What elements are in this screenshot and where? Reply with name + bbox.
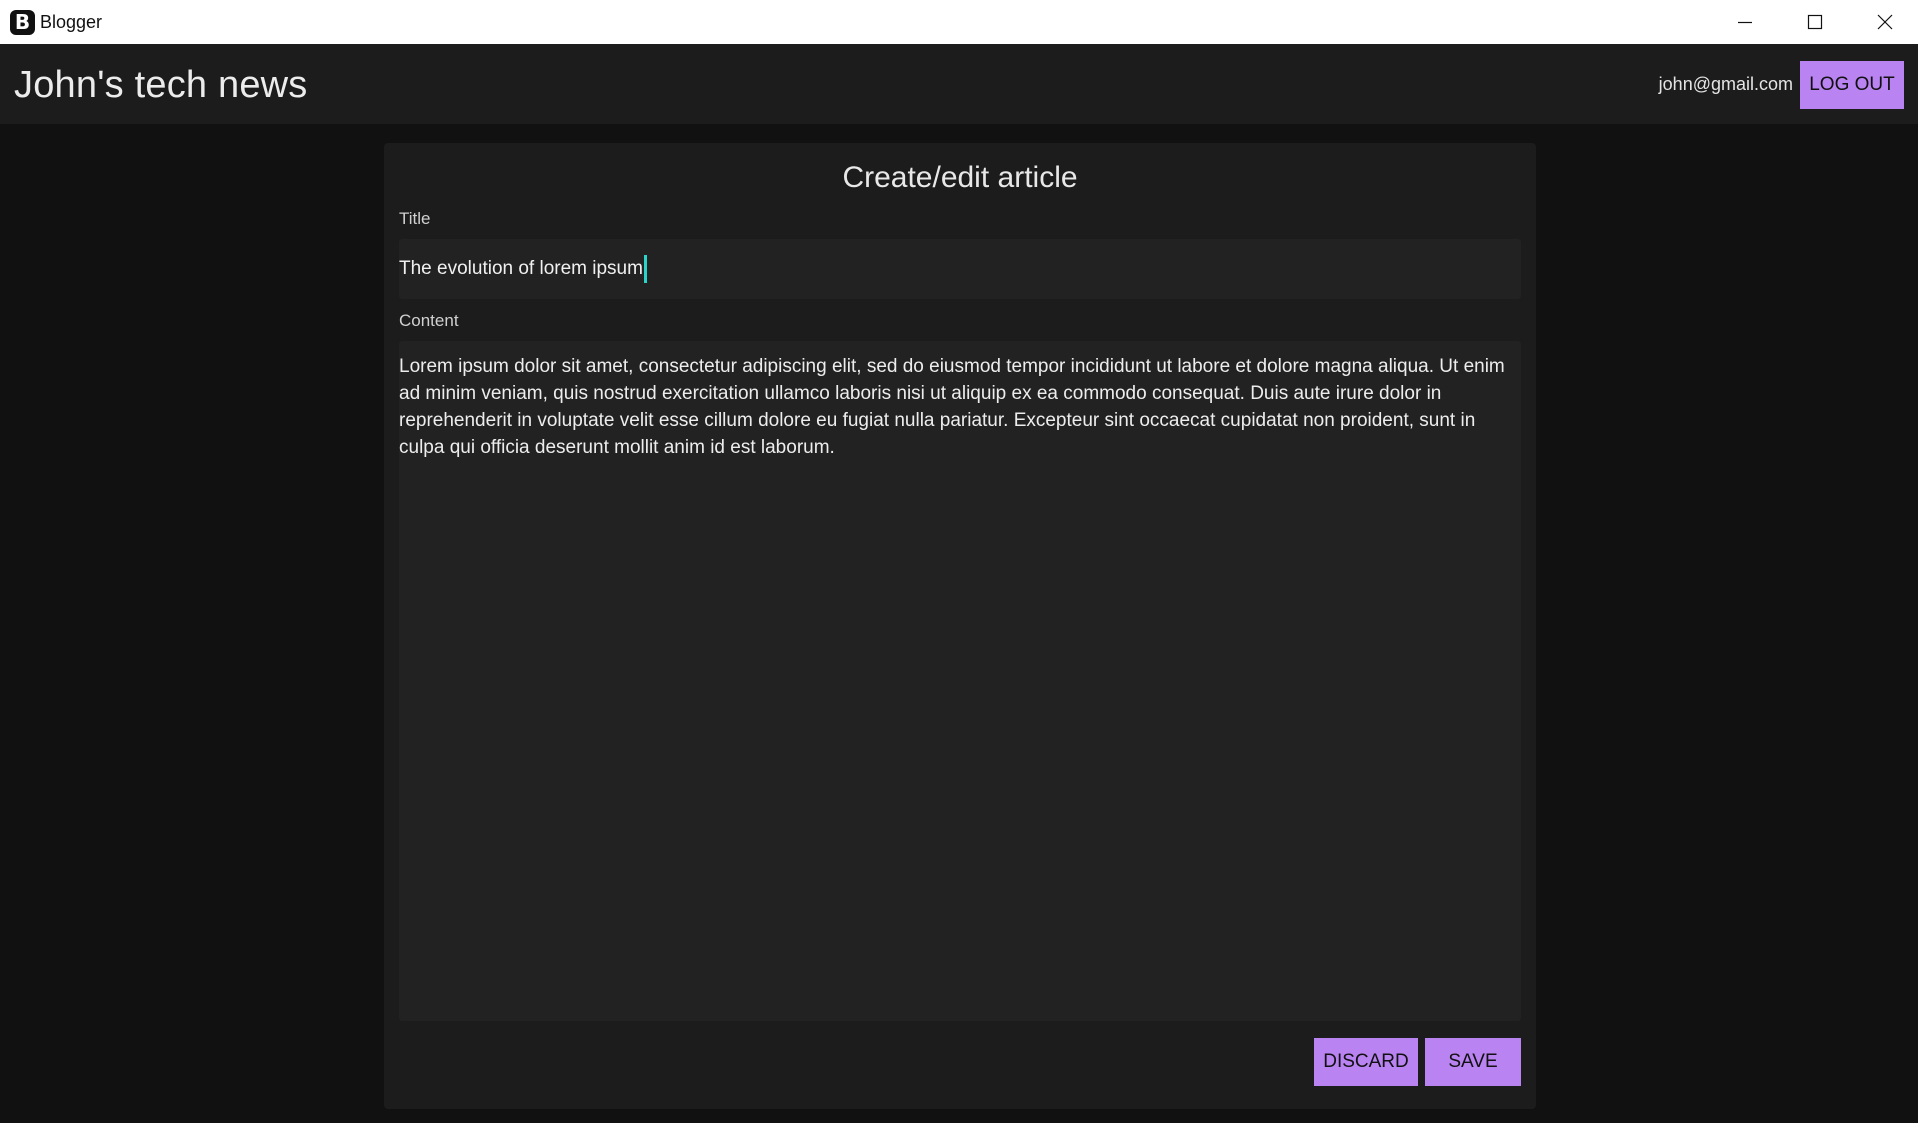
- blog-title: John's tech news: [14, 64, 308, 106]
- save-button[interactable]: SAVE: [1425, 1038, 1521, 1086]
- title-input[interactable]: The evolution of lorem ipsum: [399, 239, 1521, 299]
- window-title: Blogger: [40, 12, 103, 32]
- maximize-icon: [1807, 14, 1823, 30]
- content-label: Content: [399, 311, 459, 330]
- user-email: john@gmail.com: [1658, 74, 1793, 94]
- logout-button[interactable]: LOG OUT: [1800, 61, 1904, 109]
- title-input-value: The evolution of lorem ipsum: [399, 258, 643, 279]
- maximize-button[interactable]: [1780, 0, 1850, 44]
- window-titlebar: B Blogger: [0, 0, 1918, 44]
- app-header: John's tech news john@gmail.com LOG OUT: [0, 44, 1918, 124]
- minimize-button[interactable]: [1710, 0, 1780, 44]
- content-textarea[interactable]: Lorem ipsum dolor sit amet, consectetur …: [399, 341, 1521, 1021]
- close-button[interactable]: [1850, 0, 1918, 44]
- content-textarea-value: Lorem ipsum dolor sit amet, consectetur …: [399, 356, 1505, 458]
- blogger-logo-icon: B: [10, 10, 35, 35]
- page-title: Create/edit article: [842, 161, 1078, 194]
- article-editor-card: Create/edit article Title The evolution …: [384, 143, 1536, 1109]
- minimize-icon: [1738, 21, 1752, 24]
- discard-button[interactable]: DISCARD: [1314, 1038, 1418, 1086]
- close-icon: [1877, 14, 1893, 30]
- title-label: Title: [399, 209, 431, 228]
- text-caret: [643, 255, 647, 283]
